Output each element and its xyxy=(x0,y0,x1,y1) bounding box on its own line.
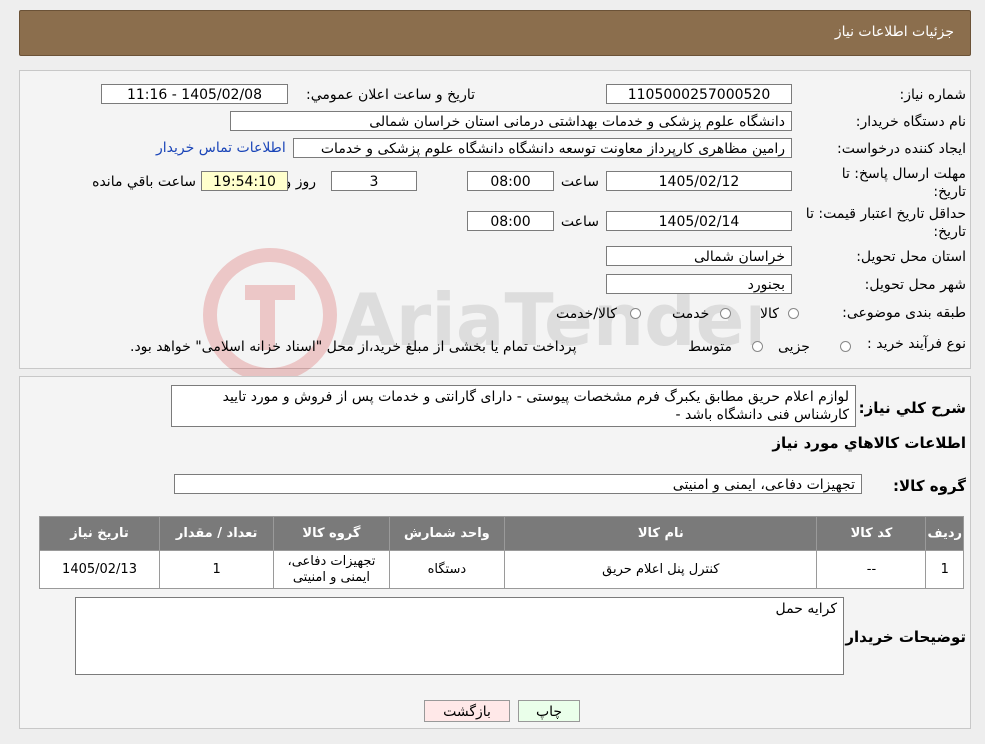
cell-name: کنترل پنل اعلام حریق xyxy=(504,550,818,589)
page-title: جزئیات اطلاعات نیاز xyxy=(834,24,954,40)
process-radio-minor[interactable] xyxy=(840,341,851,352)
cell-group: تجهیزات دفاعی، ایمنی و امنیتی xyxy=(273,550,390,589)
category-option-goods-service: کالا/خدمت xyxy=(556,306,617,322)
col-date: تاريخ نياز xyxy=(38,516,161,551)
validity-time-label: ساعت xyxy=(560,214,599,230)
process-note: پرداخت تمام یا بخشی از مبلغ خرید،از محل … xyxy=(130,339,577,355)
creator-label: ایجاد کننده درخواست: xyxy=(837,141,966,157)
category-radio-goods-service[interactable] xyxy=(630,308,641,319)
col-unit: واحد شمارش xyxy=(388,516,506,551)
buyer-field: دانشگاه علوم پزشکی و خدمات بهداشتی درمان… xyxy=(230,111,792,131)
days-field: 3 xyxy=(331,171,417,191)
col-row: رديف xyxy=(925,516,964,551)
category-label: طبقه بندی موضوعی: xyxy=(842,305,966,321)
cell-row: 1 xyxy=(925,550,964,589)
col-name: نام کالا xyxy=(504,516,818,551)
page-header: جزئیات اطلاعات نیاز xyxy=(19,10,971,56)
buyer-label: نام دستگاه خريدار: xyxy=(855,114,966,130)
process-radio-medium[interactable] xyxy=(752,341,763,352)
goods-table: رديف کد کالا نام کالا واحد شمارش گروه کا… xyxy=(38,516,964,589)
need-number-label: شماره نیاز: xyxy=(899,87,967,103)
process-label: نوع فرآیند خرید : xyxy=(867,336,966,352)
description-label: شرح کلي نياز: xyxy=(858,399,966,417)
process-option-medium: متوسط xyxy=(688,339,732,355)
col-qty: تعداد / مقدار xyxy=(159,516,275,551)
col-group: گروه کالا xyxy=(273,516,390,551)
buyer-contact-link[interactable]: اطلاعات تماس خریدار xyxy=(156,140,286,156)
print-button[interactable]: چاپ xyxy=(518,700,580,722)
deadline-label: مهلت ارسال پاسخ: تا تاریخ: xyxy=(841,166,966,200)
cell-date: 1405/02/13 xyxy=(38,550,161,589)
buyer-notes-field[interactable]: کرایه حمل xyxy=(75,597,844,675)
category-radio-service[interactable] xyxy=(720,308,731,319)
validity-date-field: 1405/02/14 xyxy=(606,211,792,231)
table-header-row: رديف کد کالا نام کالا واحد شمارش گروه کا… xyxy=(38,516,964,551)
goods-group-label: گروه کالا: xyxy=(893,477,966,495)
goods-section-title: اطلاعات کالاهاي مورد نياز xyxy=(772,434,966,452)
remaining-time-field: 19:54:10 xyxy=(201,171,288,191)
validity-time-field: 08:00 xyxy=(467,211,554,231)
deadline-date-field: 1405/02/12 xyxy=(606,171,792,191)
validity-label: حداقل تاریخ اعتبار قیمت: تا تاریخ: xyxy=(805,206,966,240)
announce-field: 1405/02/08 - 11:16 xyxy=(101,84,288,104)
cell-unit: دستگاه xyxy=(388,550,506,589)
need-number-field: 1105000257000520 xyxy=(606,84,792,104)
description-field[interactable]: لوازم اعلام حریق مطابق یکبرگ فرم مشخصات … xyxy=(171,385,856,427)
city-label: شهر محل تحویل: xyxy=(864,277,966,293)
category-option-goods: کالا xyxy=(760,306,779,322)
cell-qty: 1 xyxy=(159,550,275,589)
deadline-time-field: 08:00 xyxy=(467,171,554,191)
category-radio-goods[interactable] xyxy=(788,308,799,319)
announce-label: تاریخ و ساعت اعلان عمومي: xyxy=(306,87,475,103)
deadline-time-label: ساعت xyxy=(560,174,599,190)
city-field: بجنورد xyxy=(606,274,792,294)
table-row[interactable]: 1 -- کنترل پنل اعلام حریق دستگاه تجهیزات… xyxy=(38,550,964,589)
col-code: کد کالا xyxy=(816,516,927,551)
buyer-notes-label: توضیحات خریدار: xyxy=(839,628,966,646)
province-field: خراسان شمالی xyxy=(606,246,792,266)
remaining-label: ساعت باقي مانده xyxy=(92,174,196,190)
process-option-minor: جزیی xyxy=(778,339,810,355)
cell-code: -- xyxy=(816,550,927,589)
back-button[interactable]: بازگشت xyxy=(424,700,510,722)
creator-field: رامین مظاهری کارپرداز معاونت توسعه دانشگ… xyxy=(293,138,792,158)
province-label: استان محل تحویل: xyxy=(856,249,966,265)
category-option-service: خدمت xyxy=(672,306,710,322)
goods-group-field: تجهیزات دفاعی، ایمنی و امنیتی xyxy=(174,474,862,494)
days-label: روز و xyxy=(284,174,317,190)
